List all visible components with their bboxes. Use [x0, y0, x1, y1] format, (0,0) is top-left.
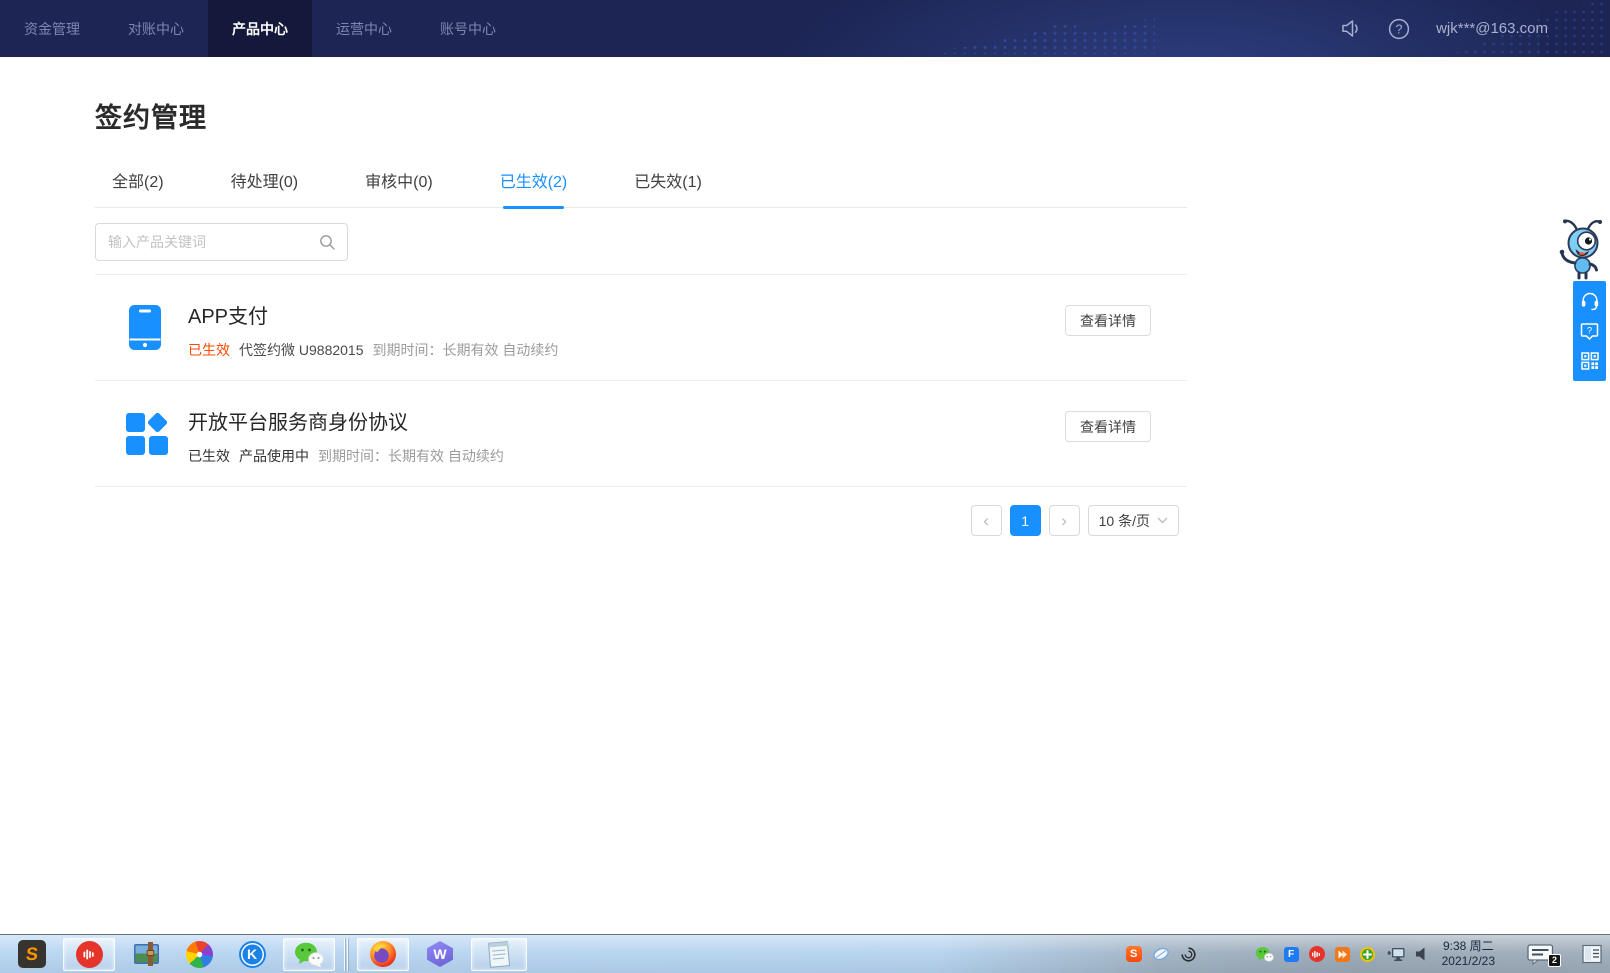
question-glyph: ? [1587, 326, 1592, 337]
page-size-value: 10 条/页 [1099, 511, 1150, 531]
primary-nav: 资金管理 对账中心 产品中心 运营中心 账号中心 [0, 0, 520, 57]
customer-service-icon[interactable] [1580, 292, 1600, 311]
audio-swirl-icon[interactable] [1180, 946, 1197, 963]
tab-expired[interactable]: 已失效(1) [632, 168, 704, 207]
product-info: 开放平台服务商身份协议 已生效 产品使用中 到期时间：长期有效 自动续约 [188, 406, 504, 466]
tabs-bar: 全部(2) 待处理(0) 审核中(0) 已生效(2) 已失效(1) [95, 168, 1187, 208]
product-info: APP支付 已生效 代签约微 U9882015 到期时间：长期有效 自动续约 [188, 300, 558, 360]
clock-time: 9:38 周二 [1442, 939, 1495, 954]
product-row-open-platform: 开放平台服务商身份协议 已生效 产品使用中 到期时间：长期有效 自动续约 查看详… [95, 380, 1187, 486]
faq-icon[interactable]: ? [1580, 322, 1599, 341]
volume-icon[interactable] [1416, 947, 1428, 961]
taskbar-clock[interactable]: 9:38 周二 2021/2/23 [1442, 939, 1495, 969]
nav-right-group: ? wjk***@163.com [1341, 0, 1548, 57]
music-player-icon [76, 941, 103, 968]
tab-reviewing[interactable]: 审核中(0) [363, 168, 435, 207]
k-music-icon: K [239, 941, 266, 968]
search-icon[interactable] [319, 234, 336, 251]
expire-info: 到期时间：长期有效 自动续约 [318, 446, 504, 466]
search-row [95, 208, 1187, 274]
colorful-pinwheel-icon [186, 941, 213, 968]
taskbar-apps: S K [10, 937, 527, 971]
user-email[interactable]: wjk***@163.com [1436, 20, 1548, 37]
nav-item-operations[interactable]: 运营中心 [312, 0, 416, 57]
taskbar-app-k-music[interactable]: K [230, 938, 274, 971]
page-size-select[interactable]: 10 条/页 [1088, 505, 1179, 536]
nav-item-account[interactable]: 账号中心 [416, 0, 520, 57]
taskbar-app-firefox[interactable] [357, 938, 409, 971]
search-input[interactable] [96, 234, 319, 250]
nav-item-funds[interactable]: 资金管理 [0, 0, 104, 57]
network-status-icon[interactable] [1385, 946, 1406, 963]
clock-date: 2021/2/23 [1442, 954, 1495, 969]
page-title: 签约管理 [95, 101, 1187, 135]
floating-help-panel: ? [1573, 281, 1606, 381]
product-detail: 产品使用中 [239, 446, 309, 466]
tab-all[interactable]: 全部(2) [110, 168, 166, 207]
taskbar: S K [0, 934, 1610, 973]
open-platform-grid-icon [125, 410, 169, 456]
taskbar-app-wps[interactable]: W [418, 938, 462, 971]
product-meta: 已生效 产品使用中 到期时间：长期有效 自动续约 [188, 446, 504, 466]
tab-pending[interactable]: 待处理(0) [229, 168, 301, 207]
sogou-input-icon[interactable]: S [1126, 946, 1142, 962]
app-payment-phone-icon [125, 304, 165, 351]
chevron-down-icon [1157, 517, 1168, 524]
notes-panel-icon[interactable] [1582, 944, 1602, 964]
product-detail: 代签约微 U9882015 [239, 340, 364, 360]
status-badge: 已生效 [188, 446, 230, 466]
product-meta: 已生效 代签约微 U9882015 到期时间：长期有效 自动续约 [188, 340, 558, 360]
safety-plus-tray-icon[interactable] [1360, 947, 1375, 962]
taskbar-app-sublime[interactable]: S [10, 938, 54, 971]
taskbar-app-wechat[interactable] [283, 938, 335, 971]
f-app-tray-icon[interactable]: F [1284, 947, 1299, 962]
wps-office-icon: W [427, 941, 453, 967]
top-nav: 资金管理 对账中心 产品中心 运营中心 账号中心 ? wjk***@163.co… [0, 0, 1610, 57]
product-title: APP支付 [188, 300, 558, 329]
view-details-button[interactable]: 查看详情 [1065, 411, 1151, 442]
taskbar-tray: S F [1126, 935, 1610, 973]
question-glyph: ? [1396, 22, 1403, 36]
music-wave-tray-icon[interactable] [1309, 946, 1325, 962]
status-badge: 已生效 [188, 340, 230, 360]
help-icon[interactable]: ? [1388, 18, 1410, 40]
ant-mascot[interactable] [1557, 218, 1607, 289]
tab-effective[interactable]: 已生效(2) [498, 168, 570, 207]
announcement-speaker-icon[interactable] [1341, 19, 1362, 38]
next-page-button[interactable]: › [1049, 505, 1080, 536]
winrar-icon [133, 941, 160, 967]
pagination: ‹ 1 › 10 条/页 [95, 505, 1187, 536]
main-content: 签约管理 全部(2) 待处理(0) 审核中(0) 已生效(2) 已失效(1) [95, 57, 1187, 536]
notepad-icon [486, 940, 513, 969]
taskbar-app-colorful-browser[interactable] [177, 938, 221, 971]
media-player-tray-icon[interactable] [1335, 947, 1350, 962]
notification-center-icon[interactable]: 2 [1527, 944, 1554, 965]
notification-badge: 2 [1548, 954, 1561, 967]
nav-item-reconciliation[interactable]: 对账中心 [104, 0, 208, 57]
taskbar-app-winrar[interactable] [124, 938, 168, 971]
taskbar-app-notepad[interactable] [471, 938, 527, 971]
taskbar-app-music-player[interactable] [63, 938, 115, 971]
product-list: APP支付 已生效 代签约微 U9882015 到期时间：长期有效 自动续约 查… [95, 274, 1187, 487]
nav-item-product-center[interactable]: 产品中心 [208, 0, 312, 57]
page-number-current[interactable]: 1 [1010, 505, 1041, 536]
expire-info: 到期时间：长期有效 自动续约 [373, 340, 559, 360]
wechat-icon [294, 941, 324, 968]
firefox-icon [369, 940, 397, 968]
sublime-text-icon: S [18, 940, 46, 968]
stacked-windows-separator [344, 938, 348, 971]
search-box [95, 223, 348, 261]
product-row-app-payment: APP支付 已生效 代签约微 U9882015 到期时间：长期有效 自动续约 查… [95, 274, 1187, 380]
leaf-tool-icon[interactable] [1152, 946, 1170, 962]
product-title: 开放平台服务商身份协议 [188, 406, 504, 435]
qrcode-icon[interactable] [1581, 352, 1599, 370]
prev-page-button[interactable]: ‹ [971, 505, 1002, 536]
view-details-button[interactable]: 查看详情 [1065, 305, 1151, 336]
wechat-tray-icon[interactable] [1255, 946, 1274, 963]
